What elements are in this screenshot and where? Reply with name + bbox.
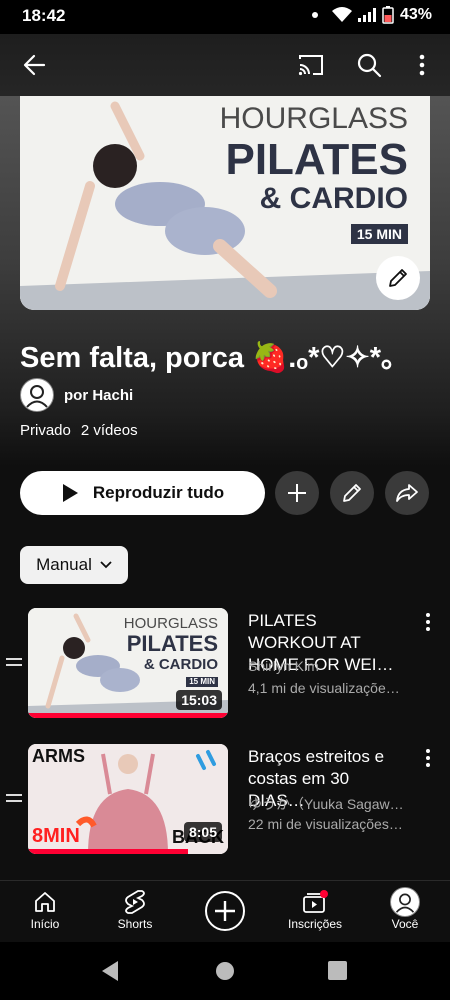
thumb-arms: ARMS — [32, 746, 85, 766]
avatar-icon — [395, 893, 415, 913]
nav-subscriptions-label: Inscrições — [287, 917, 343, 931]
watch-progress-bar — [28, 713, 228, 718]
edit-playlist-button[interactable] — [330, 471, 374, 515]
system-navigation-bar — [0, 942, 450, 1000]
video-duration: 15:03 — [176, 690, 222, 710]
playlist-owner[interactable]: por Hachi — [20, 378, 133, 412]
share-icon — [396, 484, 418, 502]
share-button[interactable] — [385, 471, 429, 515]
home-icon — [35, 892, 55, 912]
nav-home-label: Início — [30, 917, 60, 931]
playlist-title: Sem falta, porca 🍓.ₒ*♡✧*｡ — [20, 342, 396, 374]
home-circle-icon[interactable] — [215, 961, 235, 981]
thumb-min: 8MIN — [32, 825, 80, 847]
video-thumbnail[interactable]: HOURGLASS PILATES & CARDIO 15 MIN 15:03 — [28, 608, 228, 718]
cover-line3: & CARDIO — [259, 182, 408, 215]
notification-dot-icon — [311, 12, 318, 18]
video-more-button[interactable] — [420, 610, 436, 634]
you-avatar — [390, 887, 420, 917]
privacy-label: Privado — [20, 422, 71, 439]
recents-square-icon[interactable] — [328, 961, 347, 980]
nav-you[interactable]: Você — [365, 887, 445, 931]
wifi-icon — [331, 7, 352, 22]
nav-shorts-label: Shorts — [117, 917, 153, 931]
arrow-left-icon — [23, 54, 46, 76]
create-plus-icon — [205, 891, 245, 931]
back-button[interactable] — [18, 48, 52, 82]
play-all-label: Reproduzir tudo — [92, 483, 225, 502]
thumbnail-text: HOURGLASS PILATES & CARDIO 15 MIN — [124, 616, 218, 688]
sort-dropdown[interactable]: Manual — [20, 546, 128, 584]
plus-icon — [288, 484, 306, 502]
cover-text: HOURGLASS PILATES & CARDIO 15 MIN — [220, 100, 408, 244]
app-header — [0, 34, 450, 96]
video-thumbnail[interactable]: ARMS 8MIN BACK 8:05 — [28, 744, 228, 854]
bottom-navigation: Início Shorts Inscrições Você — [0, 880, 450, 943]
signal-icon — [357, 8, 376, 22]
pencil-icon — [343, 484, 361, 502]
play-icon — [62, 484, 78, 502]
video-views: 22 mi de visualizações… — [248, 816, 403, 832]
video-channel: ゆうか（Yuuka Sagaw… — [248, 796, 404, 812]
thumb-badge: 15 MIN — [186, 677, 218, 687]
cover-line1: HOURGLASS — [219, 102, 408, 135]
status-icons: 43% — [311, 6, 432, 24]
video-more-button[interactable] — [420, 746, 436, 770]
nav-subscriptions[interactable]: Inscrições — [275, 887, 355, 931]
playlist-video-item[interactable]: HOURGLASS PILATES & CARDIO 15 MIN 15:03 … — [0, 608, 450, 726]
nav-shorts[interactable]: Shorts — [95, 887, 175, 931]
playlist-video-item[interactable]: ARMS 8MIN BACK 8:05 Braços estreitos e c… — [0, 744, 450, 862]
chevron-down-icon — [100, 561, 112, 569]
search-button[interactable] — [352, 48, 386, 82]
shorts-icon — [125, 890, 145, 914]
video-count: 2 vídeos — [80, 422, 138, 439]
cover-badge: 15 MIN — [350, 224, 408, 244]
nav-create[interactable] — [185, 889, 265, 933]
subscriptions-icon — [303, 890, 328, 913]
thumb-line3: & CARDIO — [143, 656, 218, 673]
status-time: 18:42 — [22, 6, 66, 25]
video-views: 4,1 mi de visualizaçõe… — [248, 680, 400, 696]
edit-cover-button[interactable] — [376, 256, 420, 300]
sort-label: Manual — [36, 555, 92, 574]
nav-home[interactable]: Início — [5, 887, 85, 931]
video-duration: 8:05 — [183, 822, 222, 842]
battery-icon — [382, 6, 394, 24]
nav-you-label: Você — [391, 917, 419, 931]
more-button[interactable] — [405, 48, 439, 82]
back-triangle-icon[interactable] — [100, 960, 120, 982]
thumb-line1: HOURGLASS — [123, 615, 218, 632]
video-channel: Shirlyn Kim — [248, 658, 319, 674]
playlist-cover-thumbnail[interactable]: HOURGLASS PILATES & CARDIO 15 MIN — [20, 96, 430, 310]
drag-handle[interactable] — [6, 658, 22, 668]
more-vert-icon — [419, 54, 425, 76]
add-button[interactable] — [275, 471, 319, 515]
drag-handle[interactable] — [6, 794, 22, 804]
play-all-button[interactable]: Reproduzir tudo — [20, 471, 265, 515]
cast-icon — [298, 55, 323, 76]
search-icon — [357, 53, 382, 78]
cover-line2: PILATES — [225, 135, 408, 184]
thumb-line2: PILATES — [126, 631, 218, 656]
battery-percent: 43% — [399, 6, 432, 23]
owner-avatar — [20, 378, 54, 412]
avatar-icon — [26, 385, 48, 408]
cast-button[interactable] — [294, 48, 328, 82]
playlist-meta: Privado 2 vídeos — [20, 422, 138, 439]
watch-progress-bar — [28, 849, 188, 854]
pencil-icon — [389, 269, 407, 287]
owner-name: por Hachi — [64, 386, 134, 404]
status-bar: 18:42 43% — [0, 0, 450, 34]
